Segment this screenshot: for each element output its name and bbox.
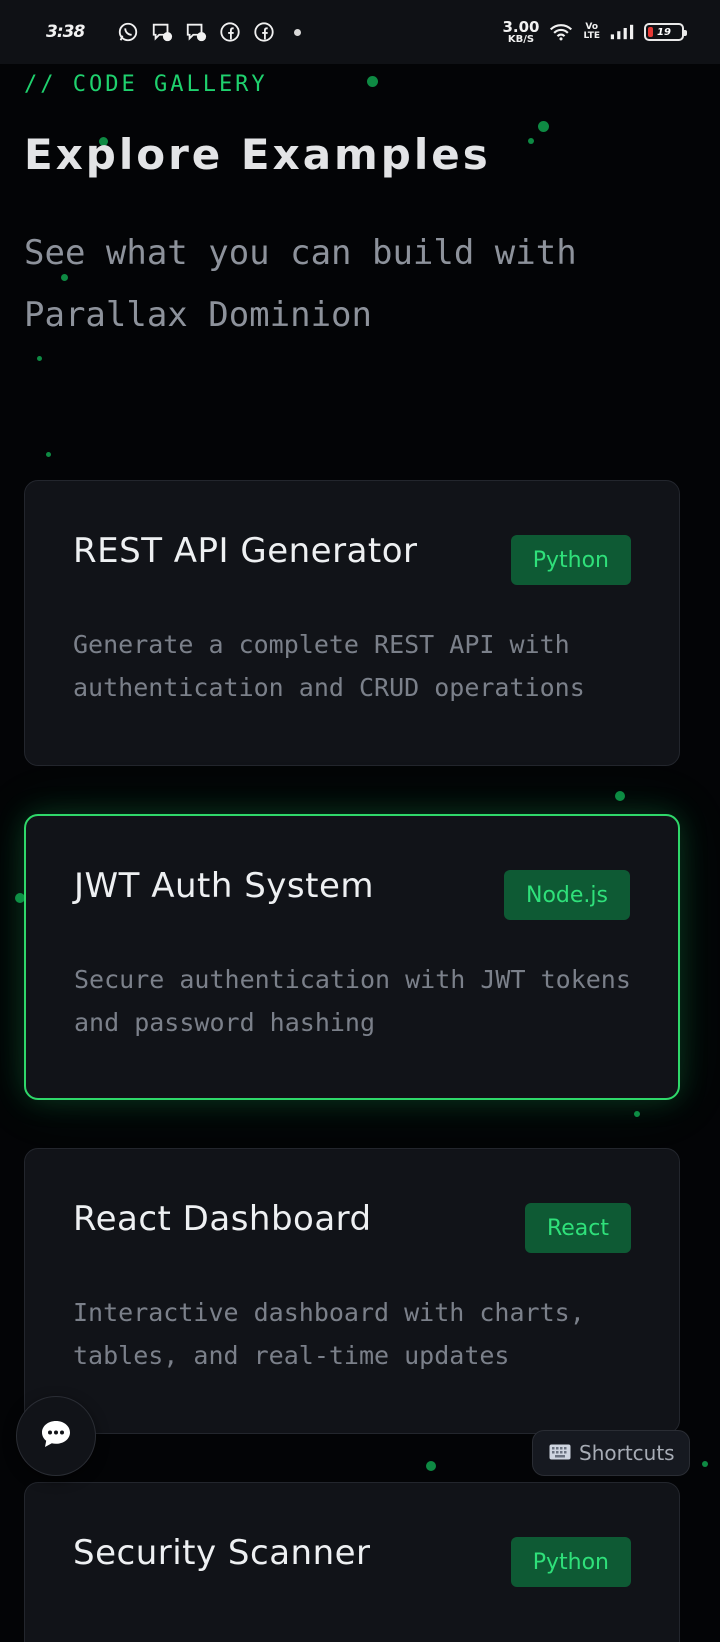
status-time: 3:38 [46, 22, 85, 42]
battery-percent: 19 [657, 26, 671, 38]
status-bar: 3:38 3.00 KB/S Vo LTE 19 [0, 0, 720, 64]
facebook-icon [218, 20, 242, 44]
section-eyebrow: // CODE GALLERY [24, 72, 268, 97]
page-subtitle: See what you can build with Parallax Dom… [24, 233, 577, 335]
example-card-description: Generate a complete REST API with authen… [73, 630, 585, 702]
language-badge: Python [510, 1537, 631, 1587]
whatsapp-icon [116, 20, 140, 44]
example-card-description: Secure authentication with JWT tokens an… [74, 965, 631, 1037]
keyboard-icon [549, 1441, 571, 1465]
particle-dot [702, 1461, 708, 1467]
example-card-title: REST API Generator [73, 531, 418, 571]
volte-bottom: LTE [583, 31, 600, 41]
example-card[interactable]: JWT Auth System Node.js Secure authentic… [24, 814, 680, 1100]
particle-dot [528, 138, 534, 144]
language-badge: Python [510, 535, 631, 585]
language-badge: React [524, 1203, 631, 1253]
net-speed: 3.00 KB/S [502, 17, 540, 45]
example-card-title: React Dashboard [73, 1199, 372, 1239]
example-card[interactable]: Security Scanner Python [24, 1482, 680, 1642]
particle-dot [426, 1461, 436, 1471]
language-badge: Node.js [504, 870, 630, 920]
particle-dot [634, 1111, 640, 1117]
net-speed-unit: KB/S [507, 33, 535, 45]
messenger-icon [150, 20, 174, 44]
dot-icon [294, 28, 302, 36]
example-card[interactable]: REST API Generator Python Generate a com… [24, 480, 680, 766]
status-right: 3.00 KB/S Vo LTE 19 [502, 17, 687, 45]
messenger-icon [184, 20, 208, 44]
shortcuts-label: Shortcuts [579, 1441, 675, 1465]
net-speed-value: 3.00 [502, 17, 540, 36]
page-title: Explore Examples [24, 130, 491, 179]
facebook-icon [252, 20, 276, 44]
particle-dot [538, 121, 549, 132]
particle-dot [46, 452, 51, 457]
particle-dot [367, 76, 378, 87]
chat-bubble-icon [39, 1418, 73, 1454]
wifi-icon [549, 20, 573, 44]
example-card[interactable]: React Dashboard React Interactive dashbo… [24, 1148, 680, 1434]
battery-icon: 19 [644, 23, 687, 41]
example-card-description: Interactive dashboard with charts, table… [73, 1298, 585, 1370]
particle-dot [615, 791, 625, 801]
signal-icon [610, 20, 634, 44]
particle-dot [37, 356, 42, 361]
volte-indicator: Vo LTE [583, 23, 600, 41]
status-left: 3:38 [46, 20, 302, 44]
shortcuts-button[interactable]: Shortcuts [532, 1430, 690, 1476]
example-card-title: Security Scanner [73, 1533, 371, 1573]
chat-button[interactable] [16, 1396, 96, 1476]
example-card-title: JWT Auth System [74, 866, 375, 906]
